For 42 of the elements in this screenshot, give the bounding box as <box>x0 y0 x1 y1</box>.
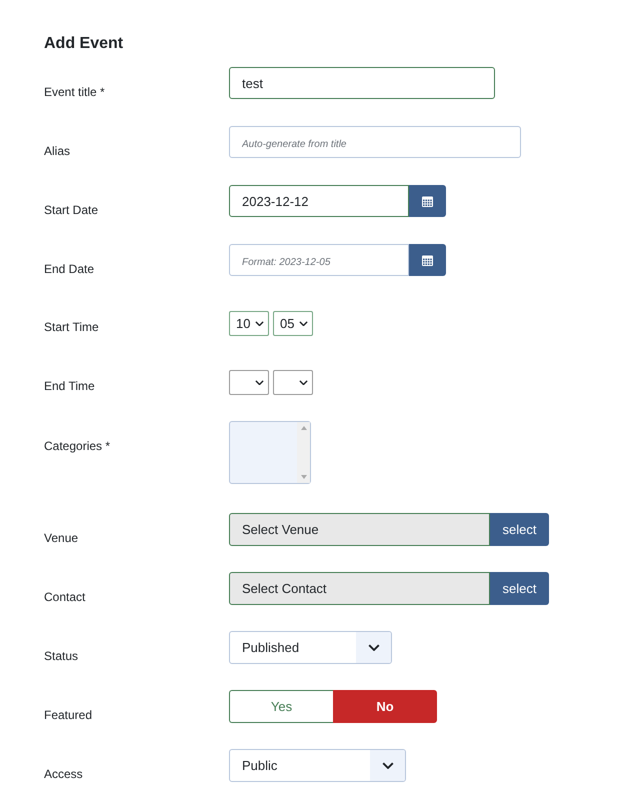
picker-field[interactable]: Select Venue <box>229 513 490 546</box>
field-label: Start Time <box>44 319 99 335</box>
field-label: Contact <box>44 589 86 605</box>
toggle-option[interactable]: Yes <box>229 690 333 723</box>
date-field[interactable]: 2023-12-12 <box>229 185 409 217</box>
time-select[interactable]: 10 <box>229 311 269 336</box>
calendar-button[interactable] <box>409 244 446 276</box>
date-field[interactable]: Format: 2023-12-05 <box>229 244 409 276</box>
field-label: Featured <box>44 707 92 723</box>
select-button[interactable]: select <box>490 513 549 546</box>
scroll-up-icon[interactable] <box>300 426 306 430</box>
field-label: End Time <box>44 378 95 394</box>
chevron-down-icon <box>255 320 264 326</box>
scrollbar[interactable] <box>297 422 310 483</box>
picker-field[interactable]: Select Contact <box>229 572 490 605</box>
chevron-down-icon <box>368 644 380 652</box>
field-label: End Date <box>44 261 94 277</box>
calendar-icon <box>422 195 433 207</box>
field-label: Alias <box>44 143 70 159</box>
field-label: Access <box>44 766 83 782</box>
chevron-down-icon <box>299 320 308 326</box>
chevron-down-icon <box>299 380 308 386</box>
scroll-down-icon[interactable] <box>300 475 306 479</box>
text-field[interactable]: test <box>229 67 495 99</box>
chevron-down-icon <box>255 380 264 386</box>
field-label: Start Date <box>44 202 98 218</box>
calendar-icon <box>422 254 433 266</box>
dropdown[interactable]: Public <box>229 749 406 782</box>
field-label: Status <box>44 648 78 664</box>
field-label: Categories * <box>44 438 110 454</box>
time-select[interactable] <box>229 370 269 395</box>
dropdown[interactable]: Published <box>229 631 392 664</box>
calendar-button[interactable] <box>409 185 446 217</box>
category-list[interactable] <box>229 421 311 484</box>
select-button[interactable]: select <box>490 572 549 605</box>
chevron-down-icon <box>382 762 394 770</box>
field-label: Venue <box>44 530 78 546</box>
time-select[interactable] <box>273 370 313 395</box>
toggle-option[interactable]: No <box>333 690 437 723</box>
form-title: Add Event <box>44 35 124 53</box>
time-select[interactable]: 05 <box>273 311 313 336</box>
field-label: Event title * <box>44 84 105 100</box>
